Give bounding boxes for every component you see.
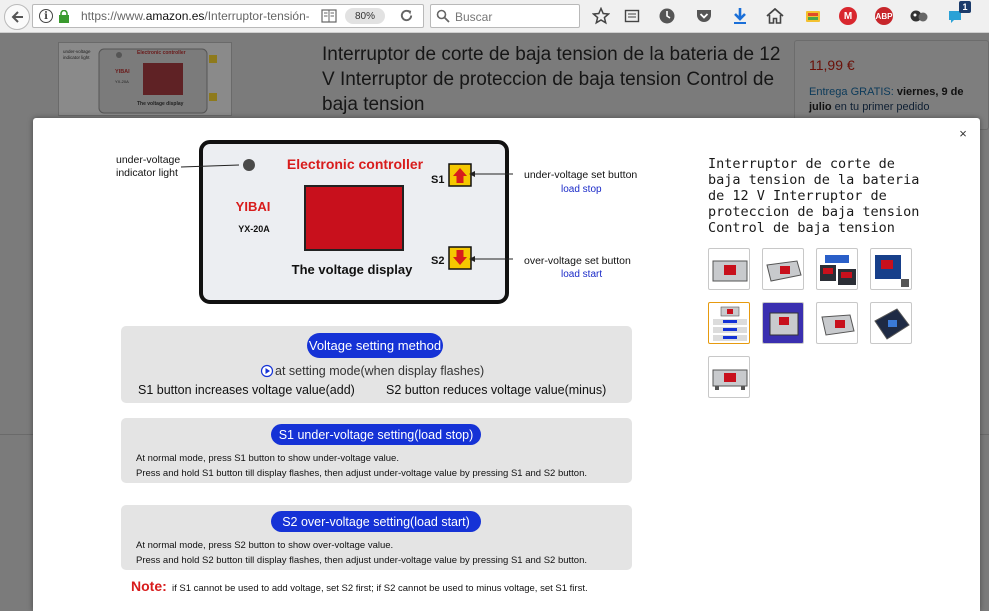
setting-mode-text: at setting mode(when display flashes) <box>275 364 484 378</box>
back-arrow-icon <box>11 11 23 23</box>
load-stop-label: load stop <box>561 184 602 195</box>
s2-label: S2 <box>431 255 444 267</box>
controller-thumbnail-image: under-voltage indicator light Electronic… <box>63 48 217 114</box>
indicator-label-line2: indicator light <box>116 167 178 179</box>
thumbnail-7[interactable] <box>816 302 858 344</box>
svg-text:YX-20A: YX-20A <box>115 79 129 84</box>
voltage-setting-title: Voltage setting method <box>309 338 441 353</box>
extension-ghost-icon[interactable] <box>909 6 929 26</box>
browser-toolbar: i https://www.amazon.es/Interruptor-tens… <box>0 0 989 33</box>
device-blue-background-thumbnail <box>763 303 803 343</box>
back-button[interactable] <box>4 4 30 30</box>
model-label: YX-20A <box>238 224 270 234</box>
s1-label: S1 <box>431 174 444 186</box>
s2-instruction-line2: Press and hold S2 button till display fl… <box>136 555 587 566</box>
thumbnail-5-selected[interactable] <box>708 302 750 344</box>
search-input[interactable]: Buscar <box>455 10 492 24</box>
info-icon[interactable]: i <box>39 9 53 23</box>
device-dark-thumbnail <box>874 308 910 340</box>
product-price: 11,99 € <box>809 57 855 73</box>
close-modal-button[interactable]: × <box>956 126 970 141</box>
instructions-thumbnail <box>713 306 747 341</box>
reload-button[interactable] <box>396 5 416 25</box>
display-label: The voltage display <box>292 262 413 277</box>
note-label: Note: <box>131 578 167 594</box>
zoom-level[interactable]: 80% <box>345 8 385 24</box>
device-pair-thumbnail <box>820 255 856 285</box>
device-front-thumbnail <box>712 260 748 282</box>
downloads-icon[interactable] <box>730 6 750 26</box>
thumbnail-4[interactable] <box>870 248 912 290</box>
buy-box: 11,99 € Entrega GRATIS: viernes, 9 de ju… <box>794 40 989 130</box>
home-icon[interactable] <box>765 6 785 26</box>
url-text[interactable]: https://www.amazon.es/Interruptor-tensió… <box>81 9 309 23</box>
s2-instruction-line1: At normal mode, press S2 button to show … <box>136 540 393 551</box>
note-text: if S1 cannot be used to add voltage, set… <box>172 583 588 594</box>
s1-setting-title: S1 under-voltage setting(load stop) <box>279 428 474 442</box>
svg-text:The voltage display: The voltage display <box>137 101 184 107</box>
mega-extension-icon[interactable]: M <box>838 6 858 26</box>
reload-icon <box>400 9 412 21</box>
product-title: Interruptor de corte de baja tension de … <box>322 44 781 115</box>
brand-label: YIBAI <box>236 199 271 214</box>
voltage-display <box>304 185 404 251</box>
device-bottom-thumbnail <box>712 369 748 390</box>
circuit-board-thumbnail <box>875 255 909 287</box>
device-side-thumbnail <box>821 314 855 336</box>
thumbnail-3[interactable] <box>816 248 858 290</box>
s2-setting-title: S2 over-voltage setting(load start) <box>282 515 470 529</box>
s2-reduce-text: S2 button reduces voltage value(minus) <box>386 383 606 397</box>
extension-screenshot-icon[interactable] <box>803 6 823 26</box>
bookmark-star-icon[interactable] <box>591 6 611 26</box>
delivery-info: Entrega GRATIS: viernes, 9 de julio en t… <box>809 86 964 113</box>
reading-list-icon[interactable] <box>622 6 642 26</box>
thumbnail-6[interactable] <box>762 302 804 344</box>
reader-view-icon[interactable] <box>321 9 337 23</box>
svg-text:Electronic controller: Electronic controller <box>137 50 186 56</box>
over-voltage-set-label: over-voltage set button <box>524 255 631 267</box>
thumbnail-8[interactable] <box>870 302 912 344</box>
svg-text:under-voltage: under-voltage <box>63 49 91 54</box>
svg-text:indicator light: indicator light <box>63 55 90 60</box>
indicator-label-line1: under-voltage <box>116 154 180 166</box>
svg-text:YIBAI: YIBAI <box>115 69 130 75</box>
s1-instruction-line1: At normal mode, press S1 button to show … <box>136 453 399 464</box>
load-start-label: load start <box>561 269 602 280</box>
s1-increase-text: S1 button increases voltage value(add) <box>138 383 355 397</box>
notification-badge: 1 <box>959 1 971 13</box>
product-thumbnail-preview[interactable]: under-voltage indicator light Electronic… <box>58 42 232 116</box>
modal-product-title: Interruptor de corte de baja tension de … <box>708 156 920 236</box>
search-bar[interactable]: Buscar <box>430 4 580 28</box>
image-viewer-modal: × Electronic controller YIBAI YX-20A The… <box>33 118 980 611</box>
thumbnail-1[interactable] <box>708 248 750 290</box>
controller-title: Electronic controller <box>287 156 424 172</box>
search-icon <box>436 9 450 23</box>
address-bar[interactable]: i https://www.amazon.es/Interruptor-tens… <box>32 4 424 28</box>
device-angle-thumbnail <box>766 260 802 282</box>
s1-instruction-line2: Press and hold S1 button till display fl… <box>136 468 587 479</box>
adblock-plus-icon[interactable]: ABP <box>874 6 894 26</box>
thumbnail-9[interactable] <box>708 356 750 398</box>
lock-icon <box>59 10 69 23</box>
thumbnail-2[interactable] <box>762 248 804 290</box>
under-voltage-indicator-light <box>243 159 255 171</box>
history-icon[interactable] <box>657 6 677 26</box>
pocket-icon[interactable] <box>694 6 714 26</box>
main-product-image: Electronic controller YIBAI YX-20A The v… <box>116 140 637 594</box>
under-voltage-set-label: under-voltage set button <box>524 169 637 181</box>
